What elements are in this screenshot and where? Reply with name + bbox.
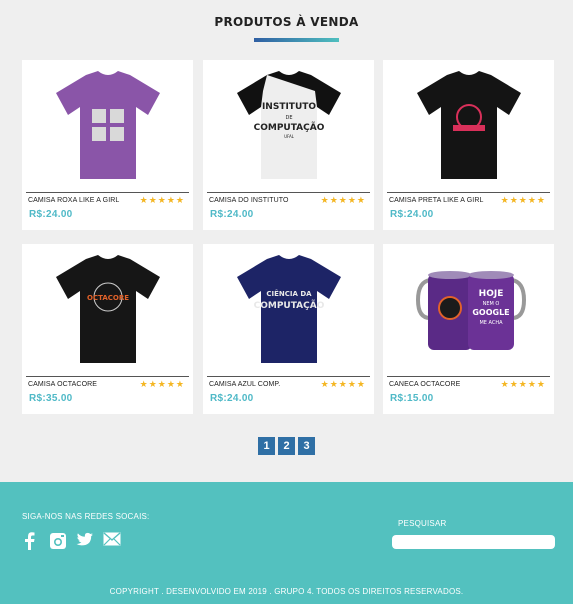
print-line: ME ACHA (479, 320, 503, 326)
email-icon[interactable] (103, 532, 121, 550)
page-3-button[interactable]: 3 (298, 437, 315, 455)
print-line: INSTITUTO (261, 102, 315, 112)
tshirt-icon (55, 71, 160, 179)
copyright-text: COPYRIGHT . DESENVOLVIDO EM 2019 . GRUPO… (109, 587, 464, 596)
rating-stars: ★★★★★ (500, 195, 546, 205)
mug-icon: HOJE NEM O GOOGLE ME ACHA (415, 271, 526, 350)
product-price: R$:24.00 (390, 209, 434, 220)
pagination: 1 2 3 (258, 437, 315, 455)
search-input[interactable] (392, 535, 555, 549)
product-image[interactable]: INSTITUTO DE COMPUTAÇÃO UFAL (203, 60, 374, 192)
tshirt-icon: OCTACORE (55, 255, 160, 363)
print-line: NEM O (482, 301, 499, 307)
product-card[interactable]: OCTACORE CAMISA OCTACORE ★★★★★ R$:35.00 (22, 244, 193, 414)
product-card[interactable]: HOJE NEM O GOOGLE ME ACHA CANECA OCTACOR… (383, 244, 554, 414)
product-price: R$:24.00 (29, 209, 73, 220)
product-price: R$:24.00 (210, 209, 254, 220)
print-line: HOJE (478, 289, 503, 299)
page-1-button[interactable]: 1 (258, 437, 275, 455)
rating-stars: ★★★★★ (320, 379, 366, 389)
rating-stars: ★★★★★ (500, 379, 546, 389)
print-text: OCTACORE (87, 294, 129, 302)
product-image[interactable]: OCTACORE (22, 244, 193, 376)
rating-stars: ★★★★★ (139, 195, 185, 205)
product-image[interactable]: CIÊNCIA DA COMPUTAÇÃO (203, 244, 374, 376)
section-title: PRODUTOS À VENDA (214, 15, 359, 29)
product-name[interactable]: CAMISA PRETA LIKE A GIRL (389, 197, 483, 204)
page-2-button[interactable]: 2 (278, 437, 295, 455)
footer: SIGA-NOS NAS REDES SOCAIS: PESQUISAR COP… (0, 482, 573, 604)
product-price: R$:15.00 (390, 393, 434, 404)
product-price: R$:35.00 (29, 393, 73, 404)
product-image[interactable] (383, 60, 554, 192)
instagram-icon[interactable] (49, 532, 67, 550)
product-name[interactable]: CAMISA OCTACORE (28, 381, 97, 388)
print-line: UFAL (284, 134, 295, 139)
twitter-icon[interactable] (76, 532, 94, 550)
social-links (22, 532, 121, 550)
product-card[interactable]: CAMISA ROXA LIKE A GIRL ★★★★★ R$:24.00 (22, 60, 193, 230)
print-line: DE (285, 115, 292, 121)
print-line: COMPUTAÇÃO (253, 122, 324, 133)
product-name[interactable]: CAMISA ROXA LIKE A GIRL (28, 197, 119, 204)
social-label: SIGA-NOS NAS REDES SOCAIS: (22, 512, 150, 521)
tshirt-icon: INSTITUTO DE COMPUTAÇÃO UFAL (236, 71, 341, 179)
print-line: CIÊNCIA DA (266, 289, 312, 298)
print-line: GOOGLE (472, 308, 509, 317)
product-name[interactable]: CANECA OCTACORE (389, 381, 460, 388)
print-line: COMPUTAÇÃO (253, 300, 324, 311)
product-name[interactable]: CAMISA DO INSTITUTO (209, 197, 289, 204)
rating-stars: ★★★★★ (320, 195, 366, 205)
product-card[interactable]: CAMISA PRETA LIKE A GIRL ★★★★★ R$:24.00 (383, 60, 554, 230)
product-card[interactable]: CIÊNCIA DA COMPUTAÇÃO CAMISA AZUL COMP. … (203, 244, 374, 414)
product-image[interactable]: HOJE NEM O GOOGLE ME ACHA (383, 244, 554, 376)
search-label: PESQUISAR (398, 519, 447, 528)
product-price: R$:24.00 (210, 393, 254, 404)
tshirt-icon: CIÊNCIA DA COMPUTAÇÃO (236, 255, 341, 363)
product-card[interactable]: INSTITUTO DE COMPUTAÇÃO UFAL CAMISA DO I… (203, 60, 374, 230)
product-image[interactable] (22, 60, 193, 192)
facebook-icon[interactable] (22, 532, 40, 550)
tshirt-icon (416, 71, 521, 179)
product-name[interactable]: CAMISA AZUL COMP. (209, 381, 280, 388)
rating-stars: ★★★★★ (139, 379, 185, 389)
title-underline (254, 38, 339, 42)
